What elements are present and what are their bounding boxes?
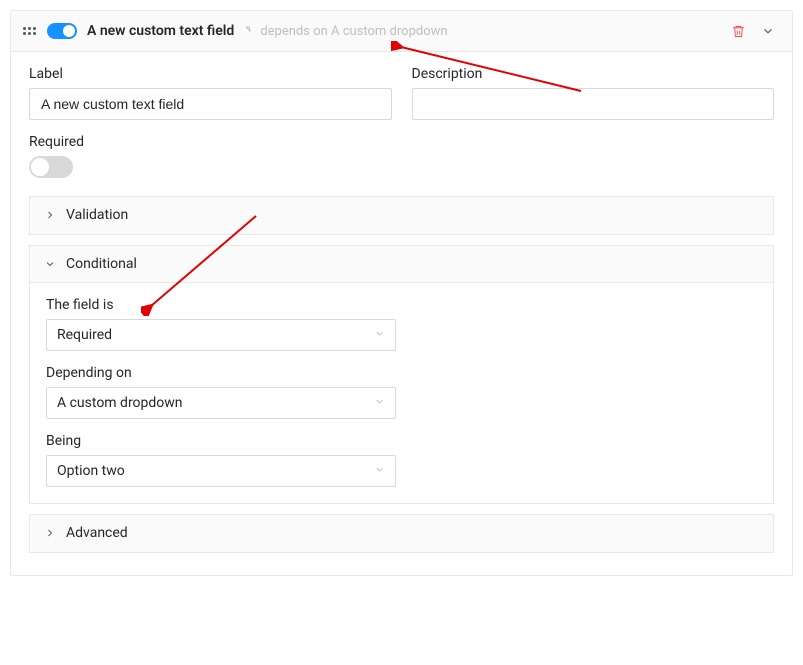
chevron-right-icon bbox=[44, 527, 56, 539]
conditional-icon bbox=[244, 25, 256, 37]
field-is-label: The field is bbox=[46, 297, 757, 313]
validation-panel-title: Validation bbox=[66, 207, 128, 223]
chevron-down-icon bbox=[374, 463, 385, 479]
chevron-down-icon bbox=[761, 24, 775, 38]
conditional-panel-header[interactable]: Conditional bbox=[30, 246, 773, 283]
required-label: Required bbox=[29, 134, 774, 150]
advanced-panel-header[interactable]: Advanced bbox=[30, 515, 773, 552]
chevron-down-icon bbox=[374, 395, 385, 411]
card-header: A new custom text field depends on A cus… bbox=[11, 11, 792, 52]
chevron-right-icon bbox=[44, 209, 56, 221]
depends-on-indicator: depends on A custom dropdown bbox=[244, 24, 447, 39]
depending-on-value: A custom dropdown bbox=[57, 395, 183, 411]
depending-on-select[interactable]: A custom dropdown bbox=[46, 387, 396, 419]
conditional-panel-title: Conditional bbox=[66, 256, 137, 272]
depending-on-label: Depending on bbox=[46, 365, 757, 381]
trash-icon bbox=[731, 24, 746, 39]
label-label: Label bbox=[29, 66, 392, 82]
being-select[interactable]: Option two bbox=[46, 455, 396, 487]
field-title: A new custom text field bbox=[87, 23, 234, 39]
card-body: Label Description Required Validation bbox=[11, 52, 792, 575]
required-toggle[interactable] bbox=[29, 156, 73, 178]
enabled-toggle[interactable] bbox=[47, 23, 77, 39]
description-input[interactable] bbox=[412, 88, 775, 120]
field-editor-card: A new custom text field depends on A cus… bbox=[10, 10, 793, 576]
advanced-panel: Advanced bbox=[29, 514, 774, 553]
being-label: Being bbox=[46, 433, 757, 449]
chevron-down-icon bbox=[44, 258, 56, 270]
field-is-value: Required bbox=[57, 327, 112, 343]
conditional-panel: Conditional The field is Required Depend… bbox=[29, 245, 774, 504]
validation-panel-header[interactable]: Validation bbox=[30, 197, 773, 234]
collapse-button[interactable] bbox=[756, 19, 780, 43]
advanced-panel-title: Advanced bbox=[66, 525, 128, 541]
validation-panel: Validation bbox=[29, 196, 774, 235]
delete-button[interactable] bbox=[726, 19, 750, 43]
drag-handle-icon[interactable] bbox=[23, 23, 37, 39]
label-input[interactable] bbox=[29, 88, 392, 120]
being-value: Option two bbox=[57, 463, 125, 479]
description-label: Description bbox=[412, 66, 775, 82]
depends-on-text: depends on A custom dropdown bbox=[260, 24, 447, 39]
field-is-select[interactable]: Required bbox=[46, 319, 396, 351]
chevron-down-icon bbox=[374, 327, 385, 343]
conditional-panel-body: The field is Required Depending on A cus… bbox=[30, 283, 773, 503]
